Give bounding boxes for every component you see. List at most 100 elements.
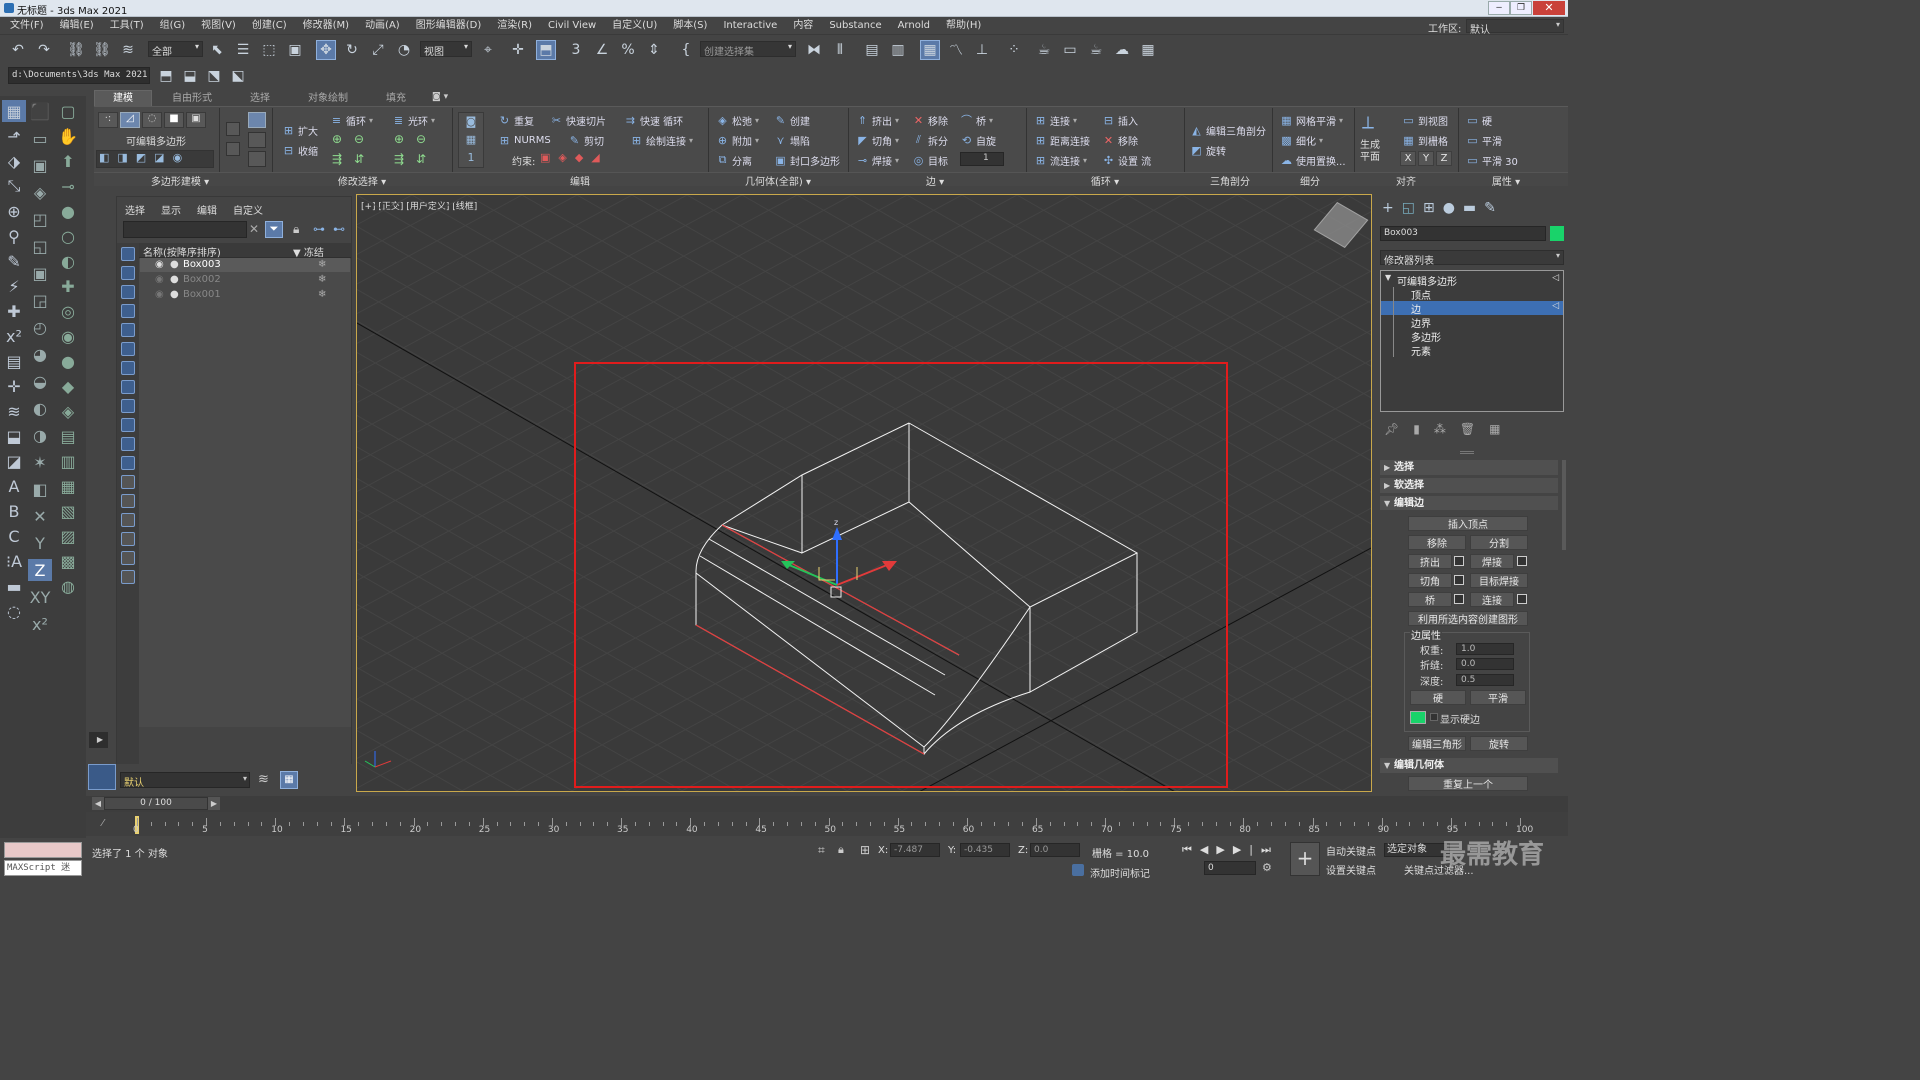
stack-modifier[interactable]: ▼ 可编辑多边形 ◁ (1381, 273, 1563, 288)
clear-search-icon[interactable]: ✕ (249, 222, 259, 236)
stack-tool3-icon[interactable] (248, 151, 266, 167)
left-tool-icon[interactable]: ✚ (2, 300, 26, 322)
panel-scrollbar[interactable] (1562, 460, 1566, 550)
left-tool-icon[interactable]: ⬆ (56, 150, 80, 172)
left-tool-icon[interactable]: ▤ (56, 425, 80, 447)
explorer-menu-tab[interactable]: 编辑 (197, 206, 217, 217)
motion-tab-icon[interactable]: ● (1443, 200, 1463, 216)
link-icon[interactable]: ⛓ (66, 40, 86, 60)
close-icon[interactable]: ✕ (1533, 1, 1565, 15)
object-name-field[interactable]: Box003 (1380, 226, 1546, 241)
ribbon-tab[interactable]: 填充 (368, 91, 424, 107)
time-config-icon[interactable]: ⚙ (1262, 861, 1272, 874)
explorer-filter-icon[interactable] (121, 570, 135, 584)
hard-edge-button[interactable]: 硬 (1410, 690, 1466, 705)
ring-tools2-icons[interactable]: ⇶⇵ (394, 152, 438, 166)
left-tool-icon[interactable]: ◕ (28, 343, 52, 365)
select-by-name-icon[interactable]: ☰ (233, 40, 253, 60)
remove-loop-button[interactable]: ✕ 移除 (1102, 132, 1138, 148)
object-color-swatch[interactable] (1550, 226, 1564, 241)
explorer-filter-icon[interactable] (121, 551, 135, 565)
explorer-menu-tab[interactable]: 显示 (161, 206, 181, 217)
set-key-big-icon[interactable]: + (1290, 842, 1320, 876)
weight-spinner[interactable]: 1.0 (1456, 643, 1514, 655)
left-tool-icon[interactable]: ◆ (56, 375, 80, 397)
viewport[interactable]: [+] [正交] [用户定义] [线框] z (356, 194, 1372, 792)
left-tool-icon[interactable]: ◑ (28, 424, 52, 446)
explorer-filter-icon[interactable] (121, 494, 135, 508)
rollout-header[interactable]: ▶ 选择 (1380, 460, 1558, 475)
left-tool-icon[interactable]: ◐ (56, 250, 80, 272)
edit-triangulation-button[interactable]: ◭ 编辑三角剖分 (1190, 122, 1266, 138)
left-tool-icon[interactable]: ▭ (28, 127, 52, 149)
left-tool-icon[interactable]: ◐ (28, 397, 52, 419)
visibility-eye-icon[interactable]: ◉ (155, 273, 164, 287)
menu-item[interactable]: Civil View (540, 17, 604, 35)
left-tool-icon[interactable]: ⬛ (28, 100, 52, 122)
time-slider[interactable]: 0 / 100 (104, 797, 208, 810)
extrude-settings-icon[interactable] (1454, 556, 1464, 566)
explorer-filter-icon[interactable] (121, 532, 135, 546)
expand-icon[interactable]: ▼ (1385, 273, 1391, 282)
left-tool-icon[interactable]: ⬓ (2, 425, 26, 447)
mode-edge-icon[interactable]: ◿ (120, 112, 140, 128)
left-tool-icon[interactable]: XY (28, 586, 52, 608)
depth-spinner[interactable]: 0.5 (1456, 674, 1514, 686)
show-hard-edges-color[interactable] (1410, 711, 1426, 724)
spin-button[interactable]: ⟲ 自旋 (960, 132, 996, 148)
cap-poly-button[interactable]: ▣ 封口多边形 (774, 152, 840, 168)
shrink-button[interactable]: ⊟ 收缩 (282, 142, 318, 158)
layer-move-icon[interactable]: ⬓ (180, 66, 200, 86)
mode-border-icon[interactable]: ◌ (142, 112, 162, 128)
z-field[interactable]: 0.0 (1030, 843, 1080, 857)
make-planar-icon[interactable]: ⟂ (1362, 112, 1374, 133)
left-tool-icon[interactable]: ◴ (28, 316, 52, 338)
left-tool-icon[interactable]: B (2, 500, 26, 522)
connect-edge-button[interactable]: 连接 (1470, 592, 1514, 607)
explorer-filter-icon[interactable] (121, 437, 135, 451)
explorer-menu-tab[interactable]: 选择 (125, 206, 145, 217)
redo-icon[interactable]: ↷ (34, 40, 54, 60)
edit-named-sel-icon[interactable]: { (676, 40, 696, 60)
left-tool-icon[interactable]: ◍ (56, 575, 80, 597)
left-tool-icon[interactable]: ▨ (56, 525, 80, 547)
window-crossing-icon[interactable]: ▣ (285, 40, 305, 60)
angle-snap-icon[interactable]: ∠ (592, 40, 612, 60)
split-button[interactable]: ⫽ 拆分 (912, 132, 948, 148)
menu-item[interactable]: 图形编辑器(D) (408, 17, 490, 35)
ribbon-tab[interactable]: 建模 (94, 90, 152, 106)
col-name-header[interactable]: 名称(按降序排序) (143, 244, 221, 259)
show-hard-edges-checkbox[interactable] (1430, 713, 1438, 721)
cut-button[interactable]: ✎ 剪切 (568, 132, 604, 148)
menu-item[interactable]: 修改器(M) (295, 17, 357, 35)
menu-item[interactable]: 内容 (785, 17, 821, 35)
to-view-button[interactable]: ▭ 到视图 (1402, 112, 1448, 128)
hard-button[interactable]: ▭ 硬 (1466, 112, 1492, 128)
hierarchy-icon[interactable]: ⊶ (313, 222, 325, 236)
stack-sublevel[interactable]: 边界 (1381, 315, 1563, 330)
freeze-icon[interactable]: ❄ (318, 258, 326, 272)
connect-settings-icon[interactable] (1517, 594, 1527, 604)
align-z-button[interactable]: Z (1436, 151, 1452, 166)
layer-select-icon[interactable]: ⬔ (204, 66, 224, 86)
mode-polygon-icon[interactable]: ■ (164, 112, 184, 128)
layer-add-icon[interactable]: ⬒ (156, 66, 176, 86)
y-field[interactable]: -0.435 (960, 843, 1010, 857)
group-edges[interactable]: 边 ▾ (900, 173, 970, 188)
repeat-button[interactable]: ↻ 重复 (498, 112, 534, 128)
left-tool-icon[interactable]: Z (28, 559, 52, 581)
left-tool-icon[interactable]: ◒ (28, 370, 52, 392)
left-tool-icon[interactable]: ▥ (56, 450, 80, 472)
layer-manager-icon[interactable]: ≋ (258, 772, 269, 787)
add-time-tag[interactable]: 添加时间标记 (1090, 865, 1150, 880)
group-properties[interactable]: 属性 ▾ (1466, 173, 1546, 188)
left-tool-icon[interactable]: ▦ (2, 100, 26, 122)
left-tool-icon[interactable]: Y (28, 532, 52, 554)
stack-sublevel[interactable]: 多边形 (1381, 329, 1563, 344)
left-tool-icon[interactable]: ◧ (28, 478, 52, 500)
loop-button[interactable]: ≡ 循环 ▾ (330, 112, 373, 128)
insert-loop-button[interactable]: ⊟ 插入 (1102, 112, 1138, 128)
selection-set-select[interactable]: 创建选择集 ▾ (700, 41, 796, 58)
grow-button[interactable]: ⊞ 扩大 (282, 122, 318, 138)
chamfer-settings-icon[interactable] (1454, 575, 1464, 585)
